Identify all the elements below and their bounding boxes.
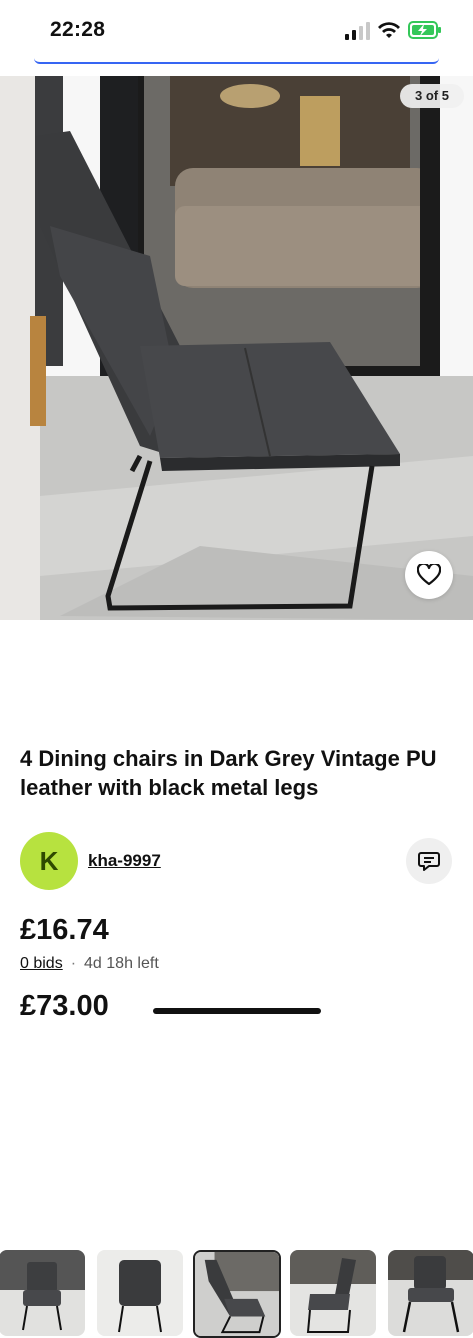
- status-bar: 22:28: [0, 0, 473, 64]
- thumbnail-4[interactable]: [290, 1250, 376, 1336]
- status-time: 22:28: [50, 18, 106, 41]
- buy-it-now-price: £73.00: [20, 990, 109, 1022]
- thumbnail-image: [0, 1250, 85, 1336]
- listing-title: 4 Dining chairs in Dark Grey Vintage PU …: [20, 746, 437, 800]
- thumbnail-strip: [0, 622, 473, 1338]
- header-divider: [34, 58, 439, 64]
- thumbnail-2[interactable]: [97, 1250, 183, 1336]
- thumbnail-image: [388, 1250, 473, 1336]
- thumbnail-1[interactable]: [0, 1250, 85, 1336]
- battery-charging-icon: [408, 21, 441, 39]
- thumbnail-3[interactable]: [193, 1250, 281, 1338]
- wifi-icon: [378, 22, 400, 38]
- current-bid-price: £16.74: [20, 914, 109, 946]
- thumbnail-5[interactable]: [388, 1250, 473, 1336]
- image-counter-badge: 3 of 5: [400, 84, 464, 108]
- bids-count-link[interactable]: 0 bids: [20, 955, 63, 972]
- cellular-signal-icon: [345, 22, 370, 40]
- seller-username-link[interactable]: kha-9997: [88, 851, 161, 871]
- message-icon: [418, 852, 440, 871]
- message-seller-button[interactable]: [406, 838, 452, 884]
- separator-dot: ·: [70, 955, 77, 972]
- home-indicator[interactable]: [153, 1008, 321, 1014]
- chair-photo-illustration: [0, 76, 473, 620]
- thumbnail-image: [290, 1250, 376, 1336]
- main-photo[interactable]: 3 of 5: [0, 76, 473, 620]
- heart-icon: [417, 564, 441, 586]
- seller-avatar[interactable]: K: [20, 832, 78, 890]
- watch-button[interactable]: [405, 551, 453, 599]
- thumbnail-image: [97, 1250, 183, 1336]
- bids-row: 0 bids · 4d 18h left: [20, 955, 159, 973]
- time-left: 4d 18h left: [84, 955, 159, 972]
- thumbnail-image: [195, 1252, 279, 1336]
